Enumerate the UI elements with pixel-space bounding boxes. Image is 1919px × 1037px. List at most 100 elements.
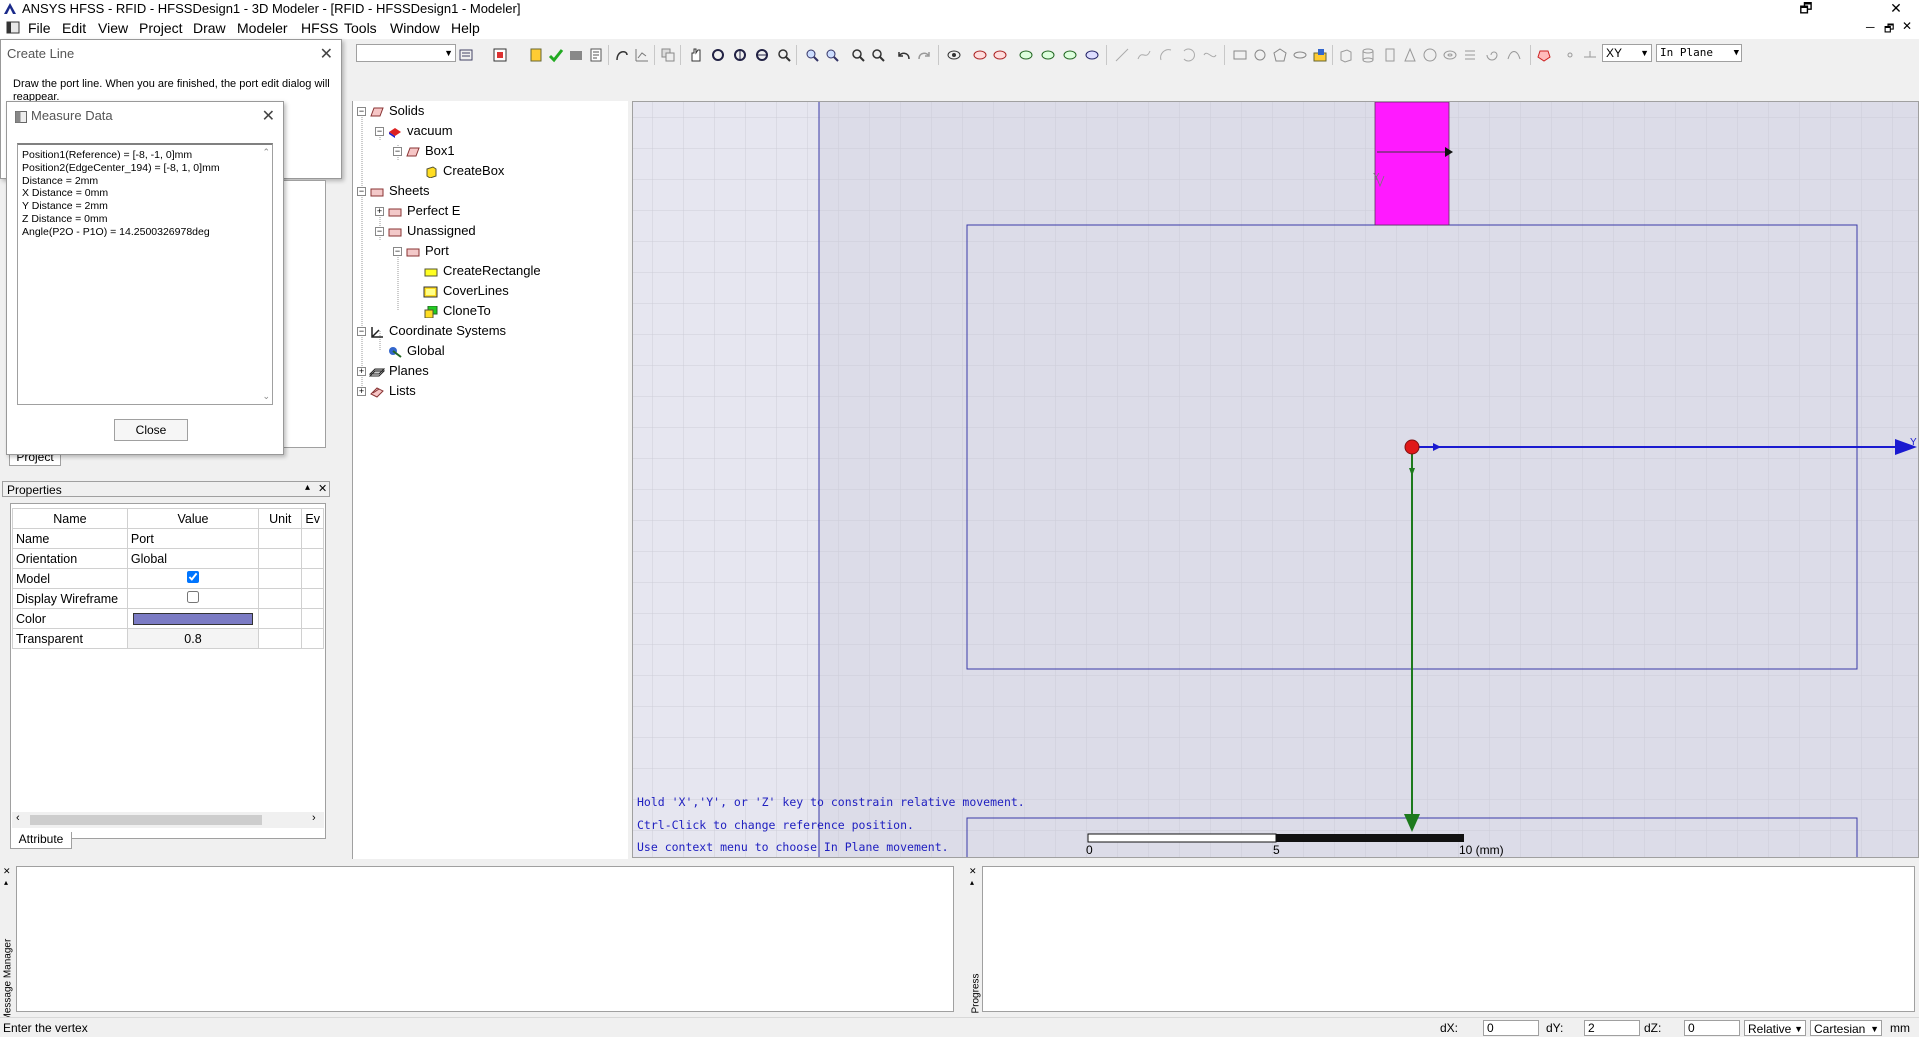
restore-window-button[interactable]: 🗗 <box>1786 0 1826 17</box>
expander-solids[interactable]: − <box>357 107 366 116</box>
rotate-x-icon[interactable] <box>732 47 748 63</box>
progress-pane[interactable] <box>982 866 1915 1012</box>
tree-item-vacuum[interactable]: vacuum <box>387 122 453 140</box>
menu-draw[interactable]: Draw <box>193 20 226 36</box>
draw-rectangle-icon[interactable] <box>1232 47 1248 63</box>
draw-helix-icon[interactable] <box>1462 47 1478 63</box>
draw-spline-icon[interactable] <box>1136 47 1152 63</box>
draw-polygon-icon[interactable] <box>1272 47 1288 63</box>
draw-region-icon[interactable] <box>1312 47 1328 63</box>
close-button[interactable]: Close <box>114 419 188 441</box>
dy-input[interactable]: 2 <box>1584 1020 1640 1036</box>
undo-icon[interactable] <box>896 47 912 63</box>
draw-cylinder-icon[interactable] <box>1360 47 1376 63</box>
rotate-icon[interactable] <box>710 47 726 63</box>
report-icon[interactable] <box>588 47 604 63</box>
draw-circle-icon[interactable] <box>1252 47 1268 63</box>
display-wireframe-checkbox[interactable] <box>186 591 199 603</box>
scroll-thumb[interactable] <box>30 815 262 825</box>
material-combo[interactable]: ▼ <box>356 44 456 62</box>
document-icon[interactable] <box>6 21 20 34</box>
pin-icon[interactable]: ▴ <box>305 482 310 493</box>
scroll-left-icon[interactable]: ‹ <box>16 812 20 824</box>
draw-torus-icon[interactable] <box>1442 47 1458 63</box>
tree-item-solids[interactable]: Solids <box>369 102 424 120</box>
pan-hand-icon[interactable] <box>688 47 704 63</box>
field-overlay-icon[interactable] <box>614 47 630 63</box>
scroll-right-icon[interactable]: › <box>312 812 316 824</box>
expander-vacuum[interactable]: − <box>375 127 384 136</box>
draw-bondwire-icon[interactable] <box>1506 47 1522 63</box>
hide-all-icon[interactable] <box>1084 47 1100 63</box>
menu-window[interactable]: Window <box>390 20 440 36</box>
dx-input[interactable]: 0 <box>1483 1020 1539 1036</box>
mdi-close-button[interactable]: ✕ <box>1902 19 1912 33</box>
expander-unassigned[interactable]: − <box>375 227 384 236</box>
expander-box1[interactable]: − <box>393 147 402 156</box>
plot-icon[interactable] <box>634 47 650 63</box>
draw-sphere-icon[interactable] <box>1422 47 1438 63</box>
draw-ellipse-icon[interactable] <box>1292 47 1308 63</box>
zoom-icon[interactable] <box>776 47 792 63</box>
draw-center-arc-icon[interactable] <box>1180 47 1196 63</box>
relative-select[interactable]: Relative ▼ <box>1744 1020 1806 1036</box>
tree-item-lists[interactable]: Lists <box>369 382 416 400</box>
expander-planes[interactable]: + <box>357 367 366 376</box>
close-window-button[interactable]: ✕ <box>1876 0 1916 17</box>
message-manager-pane[interactable] <box>16 866 954 1012</box>
tree-item-coverlines[interactable]: CoverLines <box>423 282 509 300</box>
properties-hscroll[interactable]: ‹ › <box>12 812 324 828</box>
view-toggle-icon[interactable] <box>492 47 508 63</box>
expander-coordinate-systems[interactable]: − <box>357 327 366 336</box>
menu-file[interactable]: File <box>28 20 51 36</box>
menu-project[interactable]: Project <box>139 20 183 36</box>
tree-item-createbox[interactable]: CreateBox <box>423 162 504 180</box>
show-all-icon[interactable] <box>1018 47 1034 63</box>
mdi-restore-button[interactable]: 🗗 <box>1884 20 1894 39</box>
scroll-up-icon[interactable]: ⌃ <box>262 147 270 158</box>
tree-item-planes[interactable]: Planes <box>369 362 429 380</box>
tree-item-coordinate-systems[interactable]: Coordinate Systems <box>369 322 506 340</box>
plane-combo[interactable]: XY ▼ <box>1602 44 1652 62</box>
tree-item-createrectangle[interactable]: CreateRectangle <box>423 262 541 280</box>
attribute-tab[interactable]: Attribute <box>10 832 72 849</box>
draw-regular-polyhedron-icon[interactable] <box>1382 47 1398 63</box>
expander-lists[interactable]: + <box>357 387 366 396</box>
show-hide-icon[interactable] <box>946 47 962 63</box>
fit-selection-icon[interactable] <box>870 47 886 63</box>
measure-data-textbox[interactable]: Position1(Reference) = [-8, -1, 0]mm Pos… <box>17 143 273 405</box>
results-icon[interactable] <box>568 47 584 63</box>
menu-help[interactable]: Help <box>451 20 480 36</box>
draw-cone-icon[interactable] <box>1402 47 1418 63</box>
menu-view[interactable]: View <box>98 20 128 36</box>
tree-item-box1[interactable]: Box1 <box>405 142 455 160</box>
movement-combo[interactable]: In Plane ▼ <box>1656 44 1742 62</box>
expander-port[interactable]: − <box>393 247 402 256</box>
draw-spiral-icon[interactable] <box>1484 47 1500 63</box>
zoom-in-icon[interactable] <box>804 47 820 63</box>
show-selected-icon[interactable] <box>1040 47 1056 63</box>
pin-icon[interactable]: ▴ <box>4 878 8 887</box>
mdi-minimize-button[interactable]: ─ <box>1866 20 1875 34</box>
close-panel-icon[interactable]: ✕ <box>318 482 327 495</box>
point-icon[interactable] <box>1562 47 1578 63</box>
redo-icon[interactable] <box>916 47 932 63</box>
menu-edit[interactable]: Edit <box>62 20 86 36</box>
close-icon[interactable]: ✕ <box>262 106 275 126</box>
material-select-icon[interactable] <box>458 47 474 63</box>
fit-all-icon[interactable] <box>850 47 866 63</box>
menu-modeler[interactable]: Modeler <box>237 20 288 36</box>
scroll-down-icon[interactable]: ⌄ <box>262 391 270 402</box>
view-show-icon[interactable] <box>972 47 988 63</box>
draw-equation-curve-icon[interactable] <box>1202 47 1218 63</box>
draw-arc-icon[interactable] <box>1158 47 1174 63</box>
tree-item-sheets[interactable]: Sheets <box>369 182 429 200</box>
pin-icon[interactable]: ▴ <box>970 878 974 887</box>
close-pane-icon[interactable]: ✕ <box>3 866 11 877</box>
tree-item-unassigned[interactable]: Unassigned <box>387 222 476 240</box>
boolean-icon[interactable] <box>1536 47 1552 63</box>
draw-line-icon[interactable] <box>1114 47 1130 63</box>
prop-value-name[interactable]: Port <box>126 528 260 549</box>
close-icon[interactable]: ✕ <box>320 44 333 64</box>
tree-item-cloneto[interactable]: CloneTo <box>423 302 491 320</box>
